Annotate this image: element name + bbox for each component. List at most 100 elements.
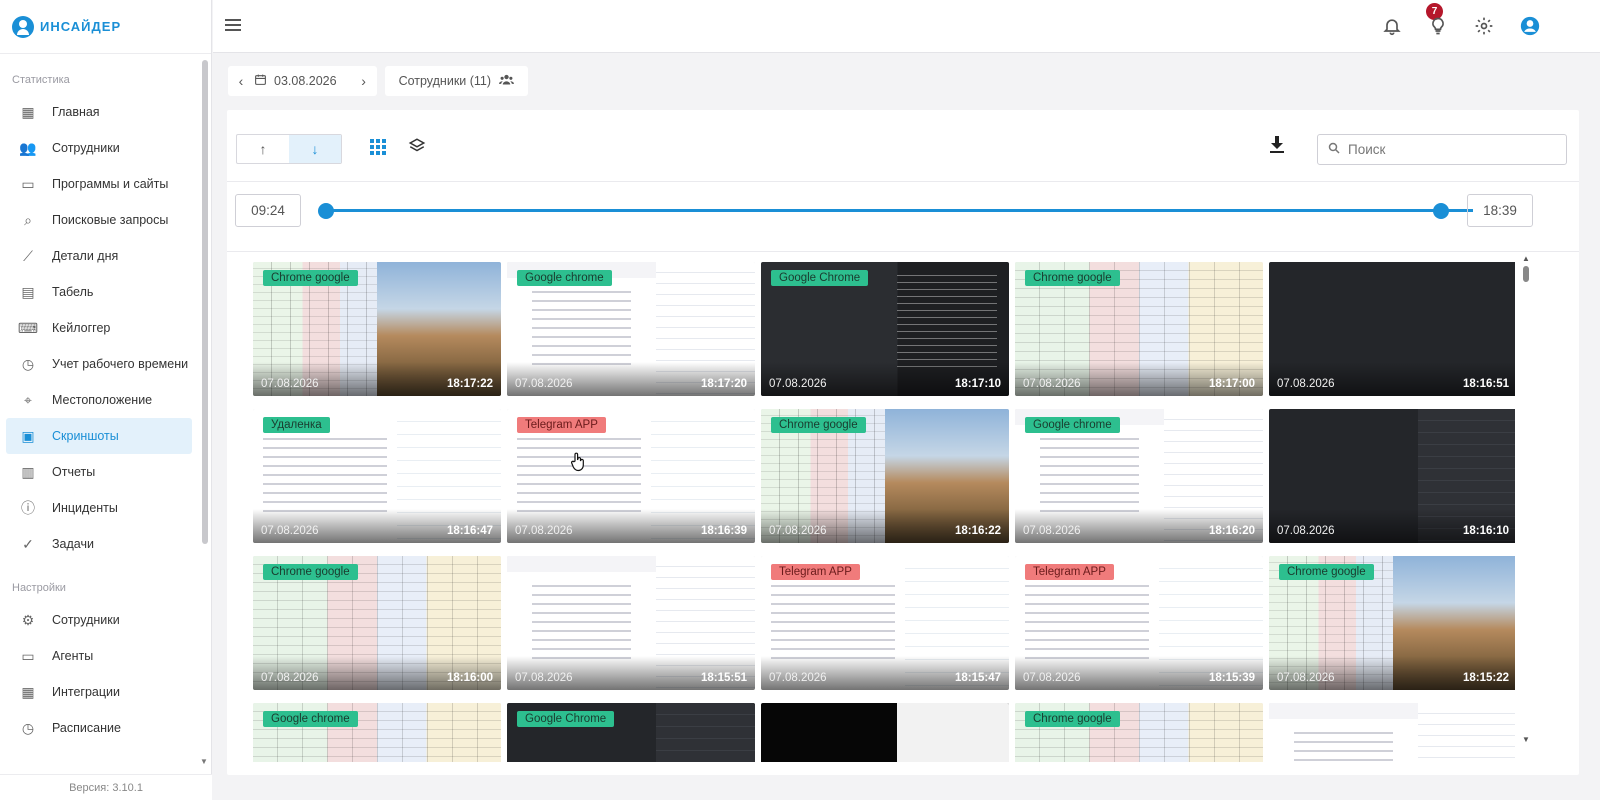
slider-start-handle[interactable] bbox=[318, 203, 334, 219]
download-icon[interactable] bbox=[1267, 136, 1287, 156]
sidebar-item-label: Учет рабочего времени bbox=[52, 357, 189, 371]
calendar-icon[interactable] bbox=[254, 73, 267, 89]
screenshot-thumbnail[interactable]: Google chrome 07.08.2026 18:16:20 bbox=[1015, 409, 1263, 543]
next-day-icon[interactable]: › bbox=[351, 73, 377, 89]
lightbulb-icon[interactable] bbox=[1427, 16, 1449, 38]
screenshot-thumbnail[interactable]: Google Chrome 07.08.2026 18:17:10 bbox=[761, 262, 1009, 396]
date-picker: ‹ 03.08.2026 › bbox=[228, 66, 377, 96]
screenshot-date: 07.08.2026 bbox=[1277, 378, 1335, 390]
screenshot-thumbnail[interactable]: Google chrome bbox=[253, 703, 501, 762]
screenshot-thumbnail[interactable]: 07.08.2026 18:15:51 bbox=[507, 556, 755, 690]
screenshot-date: 07.08.2026 bbox=[1023, 672, 1081, 684]
sidebar-scroll-down-icon[interactable]: ▼ bbox=[200, 757, 208, 766]
sidebar-item[interactable]: ⌨ Кейлоггер bbox=[6, 310, 192, 346]
grid-scroll-up-icon[interactable]: ▲ bbox=[1522, 254, 1530, 263]
sidebar-item[interactable]: ▥ Отчеты bbox=[6, 454, 192, 490]
grid-view-icon[interactable] bbox=[370, 139, 388, 157]
bell-icon[interactable] bbox=[1381, 16, 1403, 38]
sidebar-item[interactable]: ✓ Задачи bbox=[6, 526, 192, 562]
screenshot-image bbox=[1269, 703, 1515, 762]
slider-track[interactable] bbox=[333, 209, 1473, 212]
sidebar-section-title: Статистика bbox=[12, 74, 70, 86]
trend-icon: ⟋ bbox=[23, 247, 33, 264]
sidebar-item[interactable]: 👥 Сотрудники bbox=[6, 130, 192, 166]
sidebar-item[interactable]: ⌕ Поисковые запросы bbox=[6, 202, 192, 238]
grid-scrollbar[interactable] bbox=[1523, 266, 1529, 282]
sidebar-item-label: Сотрудники bbox=[52, 613, 120, 627]
sidebar-item[interactable]: ▤ Табель bbox=[6, 274, 192, 310]
screenshots-panel: ↑ ↓ 09:24 18:39 Chrome google 07.08.2026 1… bbox=[227, 110, 1579, 775]
sort-toggle: ↑ ↓ bbox=[236, 134, 342, 164]
sidebar-item-label: Скриншоты bbox=[52, 429, 119, 443]
user-avatar-icon[interactable] bbox=[1519, 16, 1541, 38]
screenshot-date: 07.08.2026 bbox=[515, 525, 573, 537]
screenshots-grid: Chrome google 07.08.2026 18:17:22 Google ch… bbox=[253, 262, 1515, 762]
screenshot-date: 07.08.2026 bbox=[515, 672, 573, 684]
sidebar-item[interactable]: ▭ Агенты bbox=[6, 638, 192, 674]
screenshot-thumbnail[interactable]: 07.08.2026 18:16:51 bbox=[1269, 262, 1515, 396]
logo[interactable]: ИНСАЙДЕР bbox=[0, 0, 211, 54]
sidebar-item[interactable]: ▦ Главная bbox=[6, 94, 192, 130]
screenshot-thumbnail[interactable]: Chrome google bbox=[1015, 703, 1263, 762]
screenshot-thumbnail[interactable] bbox=[761, 703, 1009, 762]
sidebar-item[interactable]: ◷ Расписание bbox=[6, 710, 192, 746]
sidebar-nav: Статистика ▦ Главная 👥 Сотрудники ▭ Программы … bbox=[0, 54, 200, 774]
sidebar-item[interactable]: ⟋ Детали дня bbox=[6, 238, 192, 274]
sidebar-item-label: Расписание bbox=[52, 721, 121, 735]
screenshot-thumbnail[interactable]: Chrome google 07.08.2026 18:16:00 bbox=[253, 556, 501, 690]
time-end-field[interactable]: 18:39 bbox=[1467, 194, 1533, 227]
integration-icon: ▦ bbox=[21, 683, 35, 700]
screenshot-thumbnail[interactable] bbox=[1269, 703, 1515, 762]
schedule-icon: ◷ bbox=[21, 719, 35, 736]
search-input[interactable] bbox=[1348, 142, 1548, 157]
layers-view-icon[interactable] bbox=[408, 137, 428, 157]
sort-ascending-button[interactable]: ↑ bbox=[237, 135, 289, 163]
screenshot-time: 18:15:39 bbox=[1208, 672, 1255, 684]
sort-descending-button[interactable]: ↓ bbox=[289, 135, 341, 163]
sidebar-item[interactable]: ⚙ Сотрудники bbox=[6, 602, 192, 638]
sidebar-scrollbar[interactable] bbox=[202, 60, 208, 544]
screenshot-thumbnail[interactable]: Chrome google 07.08.2026 18:15:22 bbox=[1269, 556, 1515, 690]
screenshot-thumbnail[interactable]: Google Chrome bbox=[507, 703, 755, 762]
user-settings-icon: ⚙ bbox=[21, 611, 35, 628]
gear-icon[interactable] bbox=[1473, 16, 1495, 38]
screenshot-thumbnail[interactable]: Chrome google 07.08.2026 18:17:22 bbox=[253, 262, 501, 396]
screenshot-thumbnail[interactable]: Telegram APP 07.08.2026 18:15:47 bbox=[761, 556, 1009, 690]
sidebar-item-label: Отчеты bbox=[52, 465, 96, 479]
employees-filter[interactable]: Сотрудники (11) bbox=[384, 66, 529, 96]
app-tag: Google chrome bbox=[517, 270, 612, 286]
search-box bbox=[1317, 134, 1567, 165]
screenshot-thumbnail[interactable]: 07.08.2026 18:16:10 bbox=[1269, 409, 1515, 543]
sidebar-item[interactable]: ⌖ Местоположение bbox=[6, 382, 192, 418]
screenshot-thumbnail[interactable]: Telegram APP 07.08.2026 18:16:39 bbox=[507, 409, 755, 543]
screenshot-icon: ▣ bbox=[21, 427, 35, 444]
menu-icon[interactable] bbox=[225, 19, 241, 31]
app-tag: Telegram APP bbox=[1025, 564, 1114, 580]
screenshot-thumbnail[interactable]: Telegram APP 07.08.2026 18:15:39 bbox=[1015, 556, 1263, 690]
time-start-field[interactable]: 09:24 bbox=[235, 194, 301, 227]
sidebar-item-label: Местоположение bbox=[52, 393, 153, 407]
screenshot-thumbnail[interactable]: Chrome google 07.08.2026 18:17:00 bbox=[1015, 262, 1263, 396]
sidebar-item[interactable]: ▦ Интеграции bbox=[6, 674, 192, 710]
document-icon: ▤ bbox=[21, 283, 35, 300]
app-tag: Chrome google bbox=[263, 564, 358, 580]
screenshot-date: 07.08.2026 bbox=[515, 378, 573, 390]
screenshot-time: 18:17:20 bbox=[700, 378, 747, 390]
screenshot-image bbox=[761, 703, 1009, 762]
screenshot-thumbnail[interactable]: Google chrome 07.08.2026 18:17:20 bbox=[507, 262, 755, 396]
sidebar-item[interactable]: ⓘ Инциденты bbox=[6, 490, 192, 526]
sidebar-item[interactable]: ◷ Учет рабочего времени bbox=[6, 346, 192, 382]
sidebar-item[interactable]: ▣ Скриншоты bbox=[6, 418, 192, 454]
agent-icon: ▭ bbox=[21, 647, 35, 664]
app-tag: Telegram APP bbox=[517, 417, 606, 433]
alert-icon: ⓘ bbox=[21, 500, 35, 516]
selected-date[interactable]: 03.08.2026 bbox=[274, 74, 337, 88]
grid-scroll-down-icon[interactable]: ▼ bbox=[1522, 735, 1530, 744]
sidebar-item-label: Поисковые запросы bbox=[52, 213, 169, 227]
screenshot-thumbnail[interactable]: Chrome google 07.08.2026 18:16:22 bbox=[761, 409, 1009, 543]
app-tag: Удаленка bbox=[263, 417, 330, 433]
sidebar-item[interactable]: ▭ Программы и сайты bbox=[6, 166, 192, 202]
screenshot-thumbnail[interactable]: Удаленка 07.08.2026 18:16:47 bbox=[253, 409, 501, 543]
prev-day-icon[interactable]: ‹ bbox=[228, 73, 254, 89]
slider-end-handle[interactable] bbox=[1433, 203, 1449, 219]
